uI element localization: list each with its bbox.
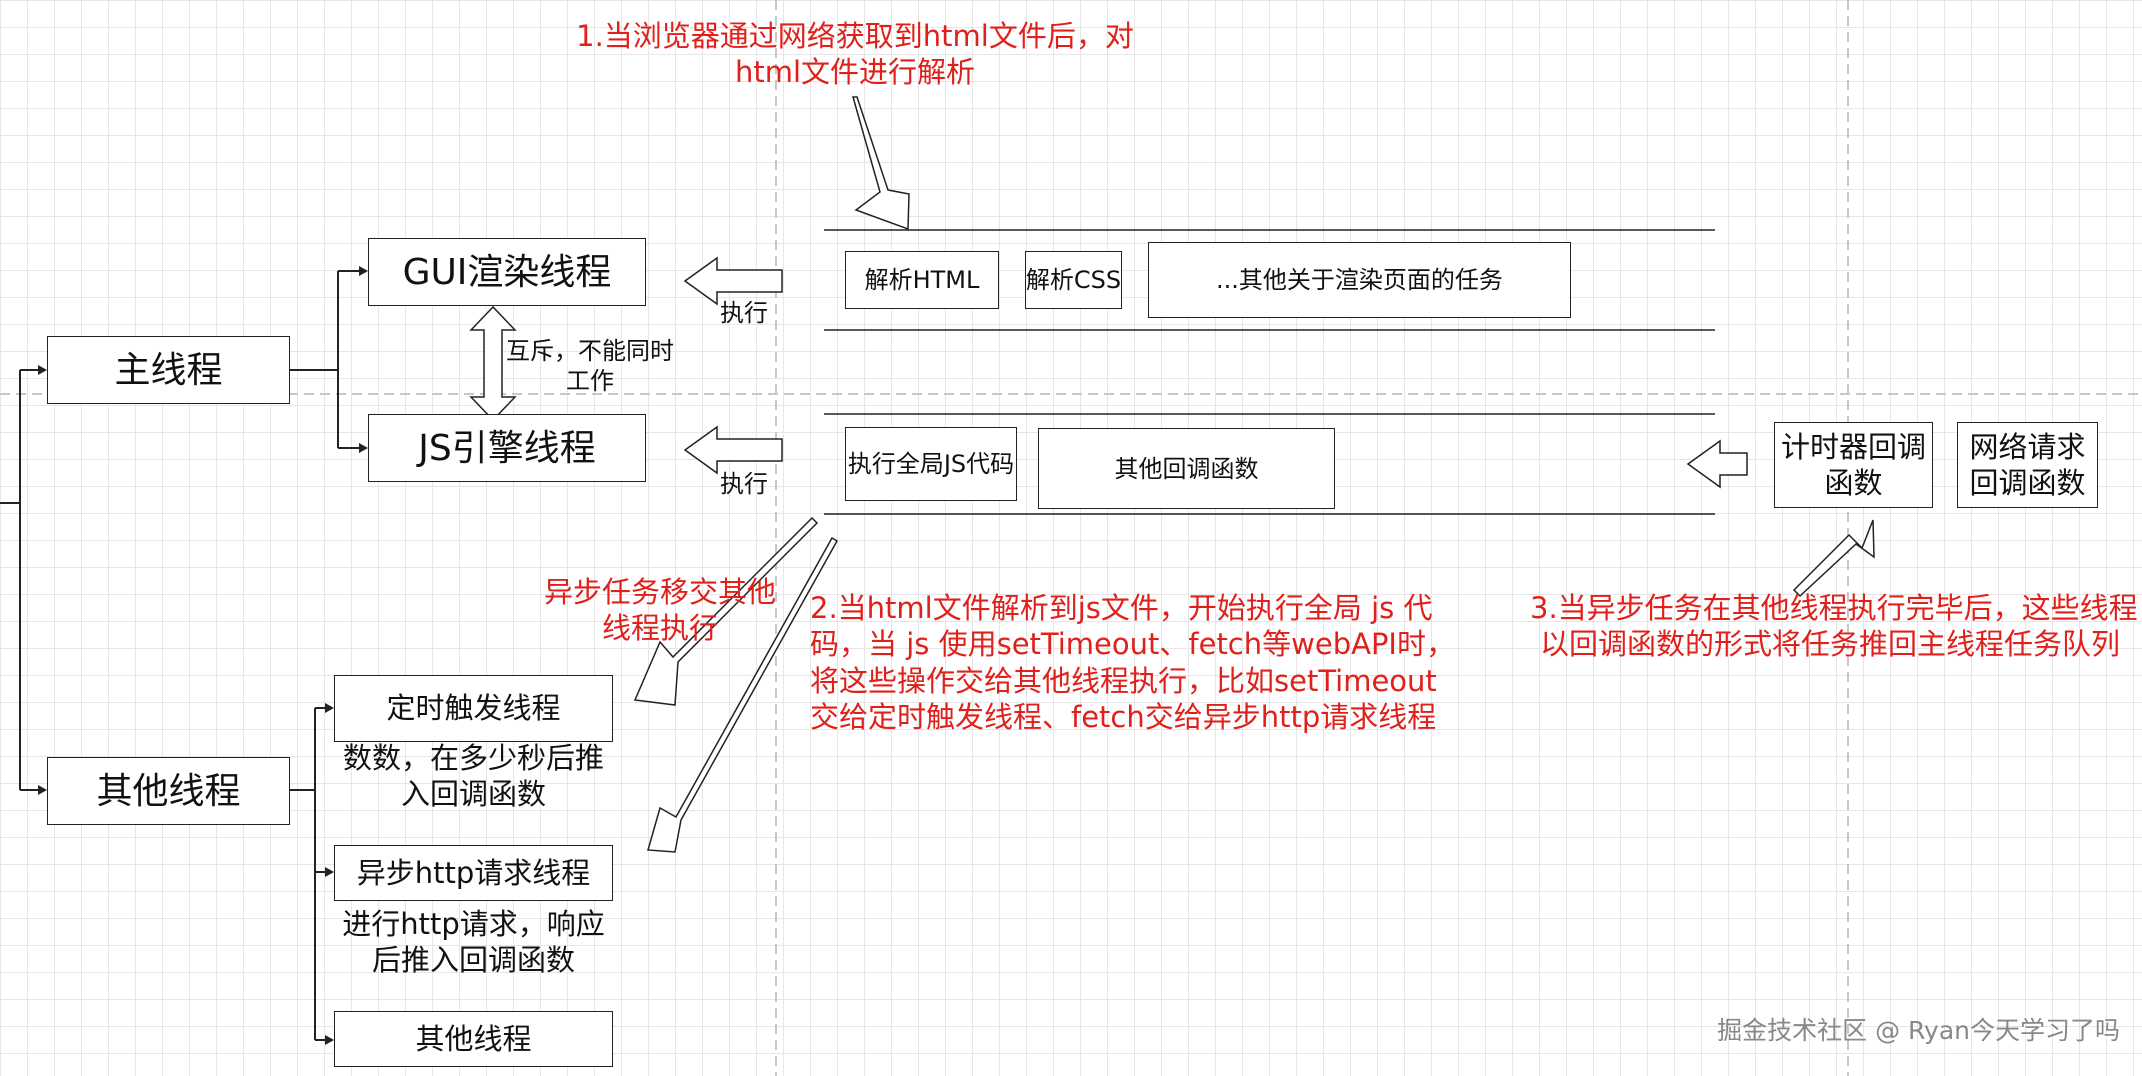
arrow-to-gui	[359, 266, 368, 276]
network-callback-box: 网络请求 回调函数	[1957, 422, 2098, 508]
mutex-label: 互斥，不能同时 工作	[506, 337, 674, 395]
task-parse-html: 解析HTML	[845, 251, 999, 309]
step2-note: 2.当html文件解析到js文件，开始执行全局 js 代 码，当 js 使用se…	[810, 591, 1455, 734]
exec-label-js: 执行	[720, 470, 768, 498]
arrow-to-timer	[325, 703, 334, 713]
step3-pointer-arrow	[1792, 519, 1875, 598]
other-thread-label: 其他线程	[96, 770, 241, 812]
arrow-to-http	[325, 867, 334, 877]
exec-arrow-js	[683, 425, 783, 475]
main-thread-box: 主线程	[47, 336, 290, 404]
step3-note: 3.当异步任务在其他线程执行完毕后，这些线程 以回调函数的形式将任务推回主线程任…	[1530, 591, 2138, 662]
http-thread-label: 异步http请求线程	[356, 855, 591, 890]
arrow-to-other-sub	[325, 1035, 334, 1045]
http-desc: 进行http请求，响应 后推入回调函数	[342, 907, 605, 978]
js-thread-box: JS引擎线程	[368, 414, 646, 482]
arrow-to-main	[38, 365, 47, 375]
other-branch-lines	[290, 707, 328, 1041]
task-other-callbacks: 其他回调函数	[1038, 428, 1335, 509]
timer-callback-box: 计时器回调 函数	[1774, 422, 1933, 508]
task-other-render: ...其他关于渲染页面的任务	[1148, 242, 1571, 318]
other-sub-thread-box: 其他线程	[334, 1011, 613, 1067]
diagram-connectors	[0, 0, 2142, 1076]
exec-label-gui: 执行	[720, 299, 768, 327]
gui-thread-box: GUI渲染线程	[368, 238, 646, 306]
step1-pointer-arrow	[852, 96, 910, 231]
other-sub-thread-label: 其他线程	[415, 1021, 532, 1056]
callback-push-arrow	[1686, 439, 1748, 489]
gui-thread-label: GUI渲染线程	[402, 251, 612, 293]
step1-note: 1.当浏览器通过网络获取到html文件后，对 html文件进行解析	[576, 19, 1134, 90]
arrow-to-js	[359, 443, 368, 453]
arrow-to-other	[38, 785, 47, 795]
task-exec-global-js: 执行全局JS代码	[845, 427, 1017, 501]
watermark: 掘金技术社区 @ Ryan今天学习了吗	[1717, 1016, 2120, 1045]
tree-root-lines	[0, 369, 44, 791]
timer-thread-box: 定时触发线程	[334, 675, 613, 742]
main-thread-label: 主线程	[114, 349, 223, 391]
main-branch-lines	[290, 270, 362, 449]
js-thread-label: JS引擎线程	[418, 427, 596, 469]
timer-desc: 数数，在多少秒后推 入回调函数	[342, 741, 604, 812]
other-thread-box: 其他线程	[47, 757, 290, 825]
task-parse-css: 解析CSS	[1025, 251, 1122, 309]
timer-thread-label: 定时触发线程	[386, 691, 561, 726]
http-thread-box: 异步http请求线程	[334, 845, 613, 901]
async-transfer-note: 异步任务移交其他 线程执行	[543, 575, 776, 646]
